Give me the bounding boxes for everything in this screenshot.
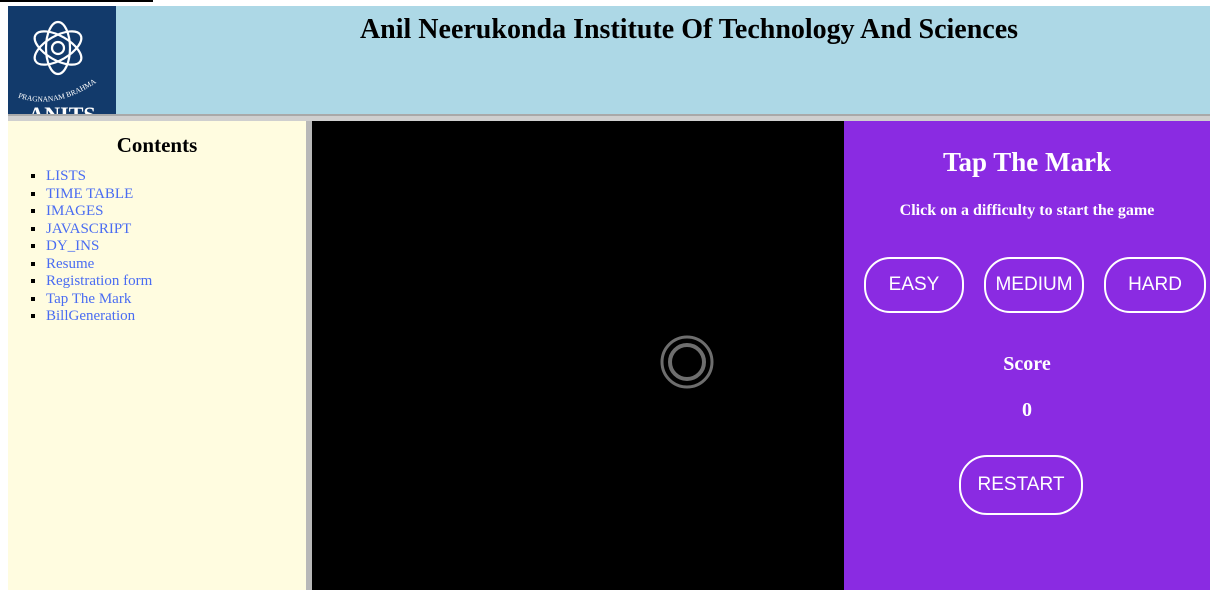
sidebar-link-time-table[interactable]: TIME TABLE (46, 186, 133, 202)
site-header: PRAGNANAM BRAHMA ANITS Anil Neerukonda I… (8, 6, 1210, 114)
game-instructions: Click on a difficulty to start the game (899, 202, 1155, 219)
hard-button[interactable]: HARD (1104, 257, 1206, 313)
page-title: Anil Neerukonda Institute Of Technology … (359, 14, 1019, 45)
score-label: Score (1003, 353, 1051, 375)
logo-letters: ANITS (28, 102, 95, 114)
sidebar-link-lists[interactable]: LISTS (46, 168, 86, 184)
sidebar-link-javascript[interactable]: JAVASCRIPT (46, 221, 131, 237)
list-item: Tap The Mark (46, 291, 306, 309)
easy-button[interactable]: EASY (864, 257, 964, 313)
target-mark-icon[interactable] (659, 334, 715, 390)
game-canvas[interactable] (312, 121, 844, 590)
list-item: DY_INS (46, 238, 306, 256)
list-item: JAVASCRIPT (46, 221, 306, 239)
medium-button[interactable]: MEDIUM (984, 257, 1084, 313)
sidebar-link-registration-form[interactable]: Registration form (46, 273, 152, 289)
list-item: Registration form (46, 273, 306, 291)
contents-sidebar: Contents LISTS TIME TABLE IMAGES JAVASCR… (8, 121, 306, 590)
sidebar-link-resume[interactable]: Resume (46, 256, 94, 272)
game-title: Tap The Mark (942, 147, 1112, 177)
list-item: IMAGES (46, 203, 306, 221)
list-item: Resume (46, 256, 306, 274)
list-item: LISTS (46, 168, 306, 186)
sidebar-title: Contents (116, 133, 198, 157)
list-item: TIME TABLE (46, 186, 306, 204)
sidebar-link-dy-ins[interactable]: DY_INS (46, 238, 99, 254)
sidebar-link-tap-the-mark[interactable]: Tap The Mark (46, 291, 131, 307)
list-item: BillGeneration (46, 308, 306, 326)
game-panel: Tap The Mark Click on a difficulty to st… (844, 121, 1210, 590)
restart-button[interactable]: RESTART (959, 455, 1083, 515)
score-value: 0 (1022, 399, 1032, 421)
header-divider (8, 114, 1210, 121)
sidebar-link-images[interactable]: IMAGES (46, 203, 104, 219)
sidebar-link-bill-generation[interactable]: BillGeneration (46, 308, 135, 324)
contents-list: LISTS TIME TABLE IMAGES JAVASCRIPT DY_IN… (8, 168, 306, 326)
